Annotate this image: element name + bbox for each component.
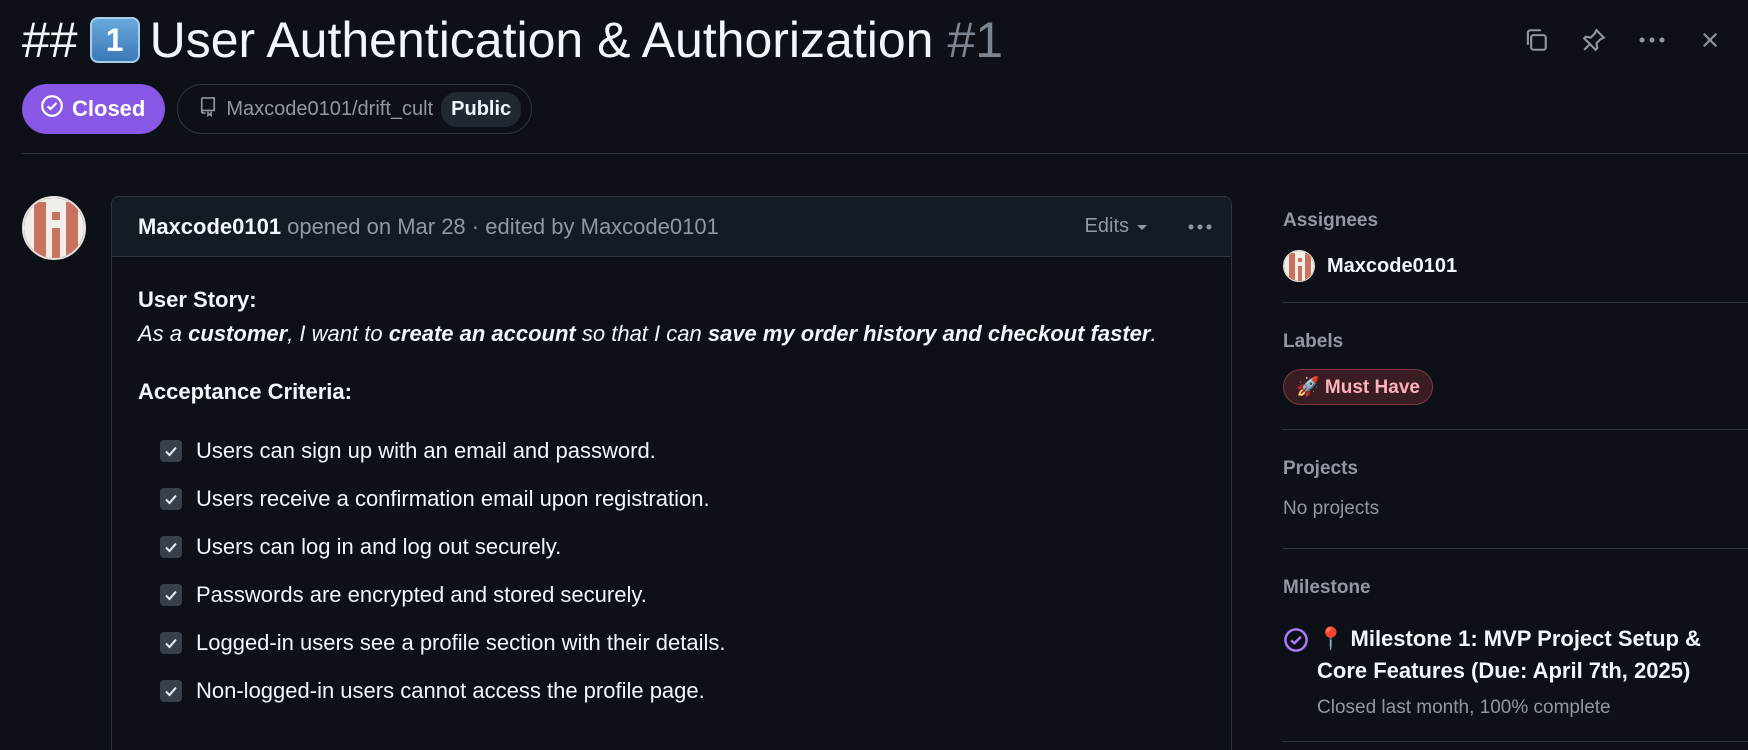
assignee-name: Maxcode0101 (1327, 254, 1458, 277)
label-must-have[interactable]: 🚀 Must Have (1283, 369, 1433, 405)
task-item: Non-logged-in users cannot access the pr… (160, 667, 1205, 715)
issue-meta: Closed Maxcode0101/drift_cult Public (22, 84, 533, 134)
edits-dropdown[interactable]: Edits (1085, 215, 1149, 238)
checkbox-checked-icon[interactable] (160, 680, 182, 702)
story-role: customer (188, 321, 288, 346)
story-benefit: save my order history and checkout faste… (707, 321, 1151, 346)
keycap-one-emoji: 1 (89, 17, 140, 63)
projects-value: No projects (1283, 498, 1380, 519)
issue-title: ## 1 User Authentication & Authorization… (22, 10, 1726, 70)
issue-number: #1 (947, 12, 1004, 68)
avatar (1283, 250, 1315, 282)
avatar[interactable] (22, 196, 86, 260)
comment-options-icon[interactable] (1181, 209, 1219, 245)
state-label: Closed (72, 96, 146, 121)
user-story-label: User Story: (138, 287, 257, 312)
edits-label: Edits (1084, 215, 1129, 237)
checkbox-checked-icon[interactable] (160, 536, 182, 558)
task-item: Users can log in and log out securely. (160, 523, 1205, 571)
task-item: Users can sign up with an email and pass… (160, 427, 1205, 475)
issue-sidebar: Assignees Maxcode0101 Labels 🚀 Must Have… (1283, 196, 1748, 742)
state-badge: Closed (22, 84, 166, 134)
title-text: User Authentication & Authorization (149, 12, 934, 68)
task-text: Users can log in and log out securely. (196, 534, 562, 559)
repo-chip[interactable]: Maxcode0101/drift_cult Public (177, 84, 533, 134)
task-item: Users receive a confirmation email upon … (160, 475, 1205, 523)
story-goal: create an account (388, 321, 576, 346)
task-text: Users receive a confirmation email upon … (196, 486, 710, 511)
task-list: Users can sign up with an email and pass… (138, 427, 1205, 715)
projects-heading[interactable]: Projects (1283, 458, 1748, 480)
comment-body: User Story: As a customer, I want to cre… (112, 257, 1231, 715)
milestone-heading[interactable]: Milestone (1283, 577, 1748, 599)
repo-name: Maxcode0101/drift_cult (226, 97, 434, 120)
task-item: Passwords are encrypted and stored secur… (160, 571, 1205, 619)
task-text: Non-logged-in users cannot access the pr… (196, 678, 705, 703)
assignee[interactable]: Maxcode0101 (1283, 250, 1748, 282)
checkbox-checked-icon[interactable] (160, 440, 182, 462)
task-text: Logged-in users see a profile section wi… (196, 630, 726, 655)
milestone-item[interactable]: 📍 Milestone 1: MVP Project Setup & Core … (1283, 623, 1748, 719)
checkbox-checked-icon[interactable] (160, 632, 182, 654)
task-item: Logged-in users see a profile section wi… (160, 619, 1205, 667)
task-text: Passwords are encrypted and stored secur… (196, 582, 647, 607)
milestone-status: Closed last month, 100% complete (1317, 697, 1611, 718)
comment-meta: opened on Mar 28 · edited by Maxcode0101 (287, 213, 719, 239)
milestone-check-circle-icon (1283, 623, 1309, 719)
user-story: As a customer, I want to create an accou… (138, 321, 1157, 346)
checkbox-checked-icon[interactable] (160, 488, 182, 510)
milestone-title: 📍 Milestone 1: MVP Project Setup & Core … (1317, 626, 1701, 683)
repo-icon (198, 95, 218, 123)
labels-section: Labels 🚀 Must Have (1283, 303, 1748, 430)
visibility-badge: Public (441, 91, 522, 127)
checkbox-checked-icon[interactable] (160, 584, 182, 606)
copy-icon[interactable] (1518, 22, 1554, 58)
projects-section: Projects No projects (1283, 430, 1748, 549)
title-prefix: ## (22, 12, 78, 68)
assignees-section: Assignees Maxcode0101 (1283, 196, 1748, 303)
header-divider (22, 153, 1748, 154)
pin-icon[interactable] (1576, 22, 1612, 58)
comment-header: Maxcode0101 opened on Mar 28 · edited by… (112, 197, 1231, 257)
milestone-section: Milestone 📍 Milestone 1: MVP Project Set… (1283, 549, 1748, 742)
task-text: Users can sign up with an email and pass… (196, 438, 656, 463)
kebab-horizontal-icon[interactable] (1634, 22, 1670, 58)
issue-comment: Maxcode0101 opened on Mar 28 · edited by… (111, 196, 1232, 750)
comment-author[interactable]: Maxcode0101 (138, 214, 281, 240)
triangle-down-icon (1135, 215, 1149, 238)
assignees-heading[interactable]: Assignees (1283, 210, 1748, 232)
labels-heading[interactable]: Labels (1283, 331, 1748, 353)
close-icon[interactable] (1692, 22, 1728, 58)
acceptance-criteria-label: Acceptance Criteria: (138, 379, 352, 404)
check-circle-icon (40, 94, 64, 124)
issue-header: ## 1 User Authentication & Authorization… (22, 10, 1726, 70)
top-actions (1518, 22, 1728, 58)
